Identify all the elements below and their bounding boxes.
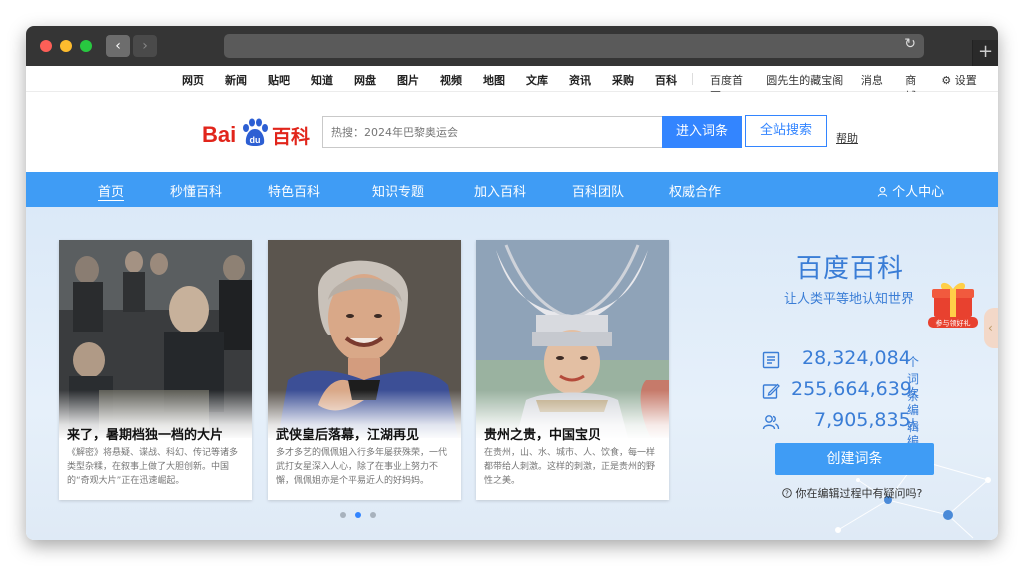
- user-icon: [877, 186, 888, 197]
- create-entry-button[interactable]: 创建词条: [775, 443, 934, 475]
- carousel-dot-2[interactable]: [355, 512, 361, 518]
- stat-entries-number: 28,324,084: [802, 347, 911, 369]
- stat-edits-number: 255,664,639: [791, 378, 912, 400]
- paw-icon: du: [243, 118, 268, 146]
- stat-editors-number: 7,905,835: [814, 409, 911, 431]
- nav-join[interactable]: 加入百科: [474, 181, 526, 200]
- close-window-button[interactable]: [40, 40, 52, 52]
- baike-title: 百度百科: [796, 254, 905, 284]
- help-link[interactable]: 帮助: [836, 130, 858, 146]
- topnav-link-video[interactable]: 视频: [440, 72, 462, 88]
- topnav-link-news[interactable]: 新闻: [225, 72, 247, 88]
- topnav-link-info[interactable]: 资讯: [569, 72, 591, 88]
- browser-titlebar: ‹ › ↻ +: [26, 26, 998, 66]
- back-button[interactable]: ‹: [106, 35, 130, 57]
- logo-du-text: du: [250, 135, 261, 145]
- chevron-right-icon: ›: [142, 38, 148, 54]
- reload-icon[interactable]: ↻: [904, 36, 916, 52]
- carousel-dot-3[interactable]: [370, 512, 376, 518]
- card-2-title[interactable]: 武侠皇后落幕，江湖再见: [276, 424, 419, 443]
- minimize-window-button[interactable]: [60, 40, 72, 52]
- gift-icon[interactable]: 参与领好礼: [928, 277, 978, 329]
- topnav-link-zhidao[interactable]: 知道: [311, 72, 333, 88]
- top-navigation: 网页 新闻 贴吧 知道 网盘 图片 视频 地图 文库 资讯 采购 百科 百度首页…: [26, 66, 998, 103]
- card-1-title[interactable]: 来了，暑期档独一档的大片: [67, 424, 223, 443]
- baidu-baike-logo[interactable]: Bai du 百科: [202, 112, 314, 152]
- editing-help-label: 你在编辑过程中有疑问吗?: [795, 487, 923, 500]
- nav-featured[interactable]: 特色百科: [268, 181, 320, 200]
- carousel-dots: [340, 512, 385, 518]
- topnav-link-wenku[interactable]: 文库: [526, 72, 548, 88]
- nav-partnership[interactable]: 权威合作: [669, 181, 721, 200]
- maximize-window-button[interactable]: [80, 40, 92, 52]
- user-center-label: 个人中心: [892, 185, 945, 200]
- topnav-link-pan[interactable]: 网盘: [354, 72, 376, 88]
- nav-team[interactable]: 百科团队: [572, 181, 624, 200]
- nav-home[interactable]: 首页: [98, 181, 124, 200]
- topnav-divider: [692, 73, 693, 85]
- logo-baike-text: 百科: [272, 126, 311, 148]
- edit-icon: [762, 383, 780, 399]
- enter-entry-button[interactable]: 进入词条: [662, 116, 742, 148]
- card-3-description: 在贵州，山、水、城市、人、饮食，每一样都带给人刺激。这样的刺激，正是贵州的野性之…: [484, 448, 656, 486]
- editing-help-link[interactable]: ? 你在编辑过程中有疑问吗?: [782, 485, 922, 501]
- question-circle-icon: ?: [782, 488, 792, 498]
- hero-section: 来了，暑期档独一档的大片 《解密》将悬疑、谍战、科幻、传记等诸多类型杂糅，在叙事…: [26, 207, 998, 540]
- topnav-link-tieba[interactable]: 贴吧: [268, 72, 290, 88]
- header: Bai du 百科 进入词条 全站搜索 帮助: [26, 92, 998, 172]
- forward-button[interactable]: ›: [133, 35, 157, 57]
- network-decoration: [835, 457, 991, 539]
- baike-slogan: 让人类平等地认知世界: [784, 292, 915, 307]
- users-icon: [762, 415, 780, 430]
- card-3-title[interactable]: 贵州之贵，中国宝贝: [484, 424, 601, 443]
- nav-topics[interactable]: 知识专题: [372, 181, 424, 200]
- feature-card-2[interactable]: 武侠皇后落幕，江湖再见 多才多艺的佩佩姐入行多年屡获殊荣，一代武打女星深入人心，…: [268, 240, 461, 500]
- list-icon: [762, 351, 780, 369]
- carousel-dot-1[interactable]: [340, 512, 346, 518]
- browser-window: ‹ › ↻ + 网页 新闻 贴吧 知道 网盘 图片 视频 地图 文库 资讯 采购…: [26, 26, 998, 540]
- search-input[interactable]: [322, 116, 662, 148]
- topnav-link-map[interactable]: 地图: [483, 72, 505, 88]
- site-search-button[interactable]: 全站搜索: [745, 115, 827, 147]
- logo-bai-text: Bai: [202, 122, 237, 147]
- main-navigation: 首页 秒懂百科 特色百科 知识专题 加入百科 百科团队 权威合作 个人中心: [26, 172, 998, 207]
- card-2-description: 多才多艺的佩佩姐入行多年屡获殊荣，一代武打女星深入人心，除了在事业上努力不懈，佩…: [276, 448, 448, 486]
- side-collapse-tab[interactable]: ‹: [984, 308, 998, 348]
- card-1-description: 《解密》将悬疑、谍战、科幻、传记等诸多类型杂糅，在叙事上做了大胆创新。中国的“奇…: [67, 448, 239, 486]
- svg-text:?: ?: [785, 490, 789, 498]
- topnav-link-web[interactable]: 网页: [182, 72, 204, 88]
- topnav-link-baike[interactable]: 百科: [655, 72, 677, 88]
- topnav-link-purchase[interactable]: 采购: [612, 72, 634, 88]
- user-center-link[interactable]: 个人中心: [877, 181, 944, 200]
- address-bar[interactable]: ↻: [224, 34, 924, 58]
- feature-card-3[interactable]: 贵州之贵，中国宝贝 在贵州，山、水、城市、人、饮食，每一样都带给人刺激。这样的刺…: [476, 240, 669, 500]
- gift-label: 参与领好礼: [936, 319, 971, 328]
- product-links: 网页 新闻 贴吧 知道 网盘 图片 视频 地图 文库 资讯 采购 百科: [182, 72, 698, 88]
- feature-card-1[interactable]: 来了，暑期档独一档的大片 《解密》将悬疑、谍战、科幻、传记等诸多类型杂糅，在叙事…: [59, 240, 252, 500]
- topnav-link-images[interactable]: 图片: [397, 72, 419, 88]
- chevron-left-icon: ‹: [115, 38, 121, 54]
- new-tab-button[interactable]: +: [972, 40, 998, 66]
- nav-miaodong[interactable]: 秒懂百科: [170, 181, 222, 200]
